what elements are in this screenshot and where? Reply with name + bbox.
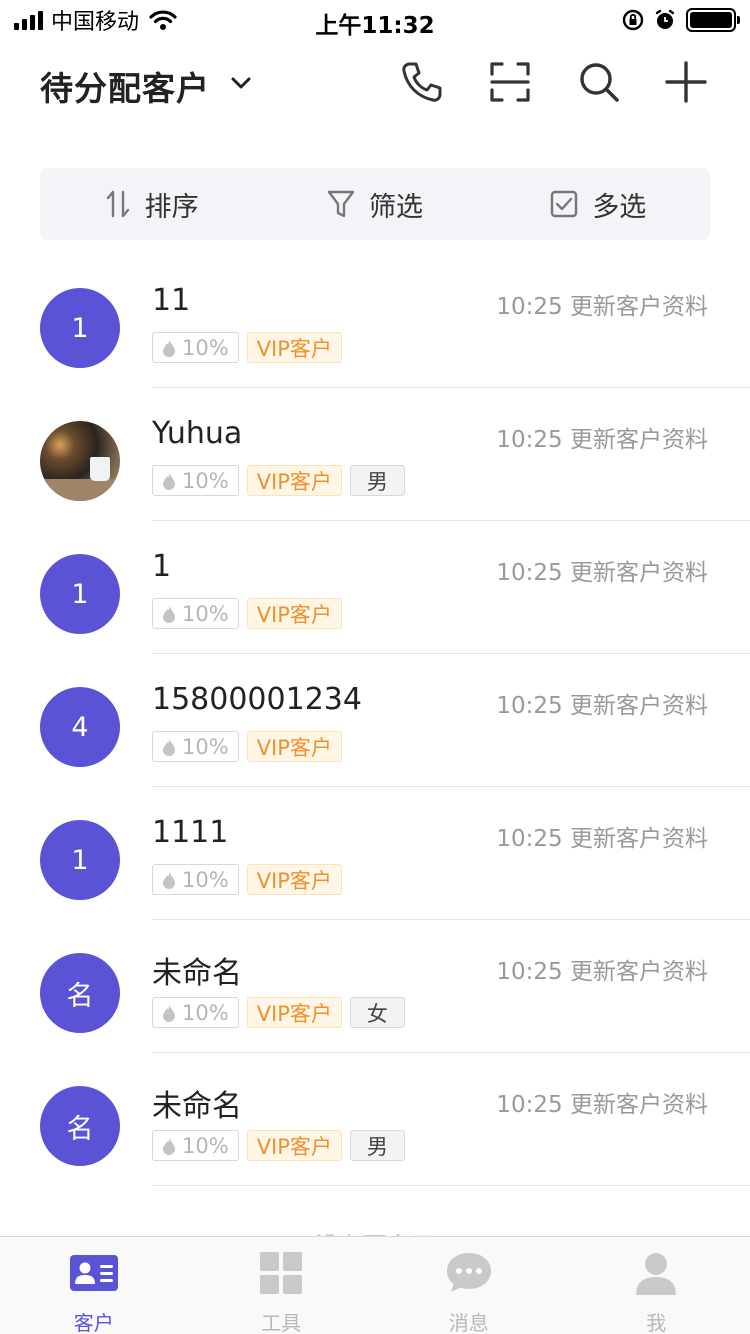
multiselect-label: 多选 [592,191,647,223]
avatar: 1 [40,288,120,368]
filter-icon [327,190,355,218]
customer-name: 1111 [152,815,229,850]
heat-tag: 10% [152,731,239,762]
flame-icon [163,472,175,490]
page-title[interactable]: 待分配客户 [40,62,210,110]
update-time: 10:25 更新客户资料 [496,1092,708,1118]
chevron-down-icon[interactable] [228,70,254,96]
avatar: 4 [40,687,120,767]
vip-tag: VIP客户 [246,1130,342,1161]
update-time: 10:25 更新客户资料 [496,959,708,985]
phone-button[interactable] [398,58,446,106]
avatar-photo [40,421,120,501]
customer-name: 15800001234 [152,682,362,717]
customer-row[interactable]: 名 未命名 10:25 更新客户资料 10% VIP客户 男 [0,1053,750,1186]
tab-customers[interactable]: 客户 [0,1237,188,1334]
person-icon [636,1253,677,1295]
update-time: 10:25 更新客户资料 [496,826,708,852]
tab-label: 工具 [261,1311,302,1334]
scan-button[interactable] [486,58,534,106]
add-button[interactable] [662,58,710,106]
tab-bar: 客户 工具 消息 我 [0,1236,750,1334]
heat-tag: 10% [152,598,239,629]
vip-tag: VIP客户 [246,731,342,762]
filter-button[interactable]: 筛选 [263,168,486,240]
grid-icon [260,1252,303,1294]
sort-label: 排序 [144,191,199,223]
heat-tag: 10% [152,332,239,363]
flame-icon [163,1004,175,1022]
gender-tag: 女 [349,997,405,1028]
status-bar: 中国移动 上午11:32 [0,0,750,40]
tab-tools[interactable]: 工具 [188,1237,376,1334]
customer-row[interactable]: 1 11 10:25 更新客户资料 10% VIP客户 [0,255,750,388]
tab-label: 我 [646,1311,667,1334]
heat-tag: 10% [152,1130,239,1161]
customer-name: 1 [152,549,172,584]
tab-label: 消息 [448,1311,489,1334]
tab-messages[interactable]: 消息 [375,1237,563,1334]
update-time: 10:25 更新客户资料 [496,294,708,320]
divider [152,1185,750,1186]
flame-icon [163,871,175,889]
customer-name: 未命名 [152,1089,242,1124]
sort-button[interactable]: 排序 [40,168,263,240]
checkbox-icon [551,190,578,218]
scan-icon [490,62,530,102]
heat-tag: 10% [152,997,239,1028]
vip-tag: VIP客户 [246,598,342,629]
list-toolbar: 排序 筛选 多选 [40,168,710,240]
rotation-lock-icon [622,9,644,31]
phone-icon [402,62,442,102]
customer-list: 1 11 10:25 更新客户资料 10% VIP客户 Yuhua 10:25 … [0,255,750,1186]
search-icon [580,63,619,102]
flame-icon [163,738,175,756]
flame-icon [163,1137,175,1155]
plus-icon [665,61,707,103]
customer-row[interactable]: 4 15800001234 10:25 更新客户资料 10% VIP客户 [0,654,750,787]
battery-icon [686,8,740,32]
flame-icon [163,605,175,623]
alarm-icon [655,9,675,29]
update-time: 10:25 更新客户资料 [496,427,708,453]
customer-row[interactable]: 名 未命名 10:25 更新客户资料 10% VIP客户 女 [0,920,750,1053]
heat-tag: 10% [152,465,239,496]
update-time: 10:25 更新客户资料 [496,560,708,586]
header: 待分配客户 [0,40,750,130]
vip-tag: VIP客户 [246,997,342,1028]
avatar: 名 [40,953,120,1033]
avatar: 1 [40,820,120,900]
filter-label: 筛选 [368,191,423,223]
tab-label: 客户 [73,1311,114,1334]
sort-icon [106,190,129,218]
heat-tag: 10% [152,864,239,895]
multiselect-button[interactable]: 多选 [487,168,710,240]
customer-row[interactable]: Yuhua 10:25 更新客户资料 10% VIP客户 男 [0,388,750,521]
update-time: 10:25 更新客户资料 [496,693,708,719]
vip-tag: VIP客户 [246,465,342,496]
gender-tag: 男 [349,465,405,496]
customer-row[interactable]: 1 1 10:25 更新客户资料 10% VIP客户 [0,521,750,654]
chat-bubble-icon [446,1253,491,1292]
gender-tag: 男 [349,1130,405,1161]
tab-me[interactable]: 我 [563,1237,750,1334]
avatar: 1 [40,554,120,634]
flame-icon [163,339,175,357]
customer-name: 未命名 [152,956,242,991]
contact-card-icon [69,1255,118,1291]
vip-tag: VIP客户 [246,864,342,895]
customer-row[interactable]: 1 1111 10:25 更新客户资料 10% VIP客户 [0,787,750,920]
customer-name: 11 [152,283,191,318]
avatar: 名 [40,1086,120,1166]
vip-tag: VIP客户 [246,332,342,363]
customer-name: Yuhua [152,416,243,451]
search-button[interactable] [575,58,623,106]
